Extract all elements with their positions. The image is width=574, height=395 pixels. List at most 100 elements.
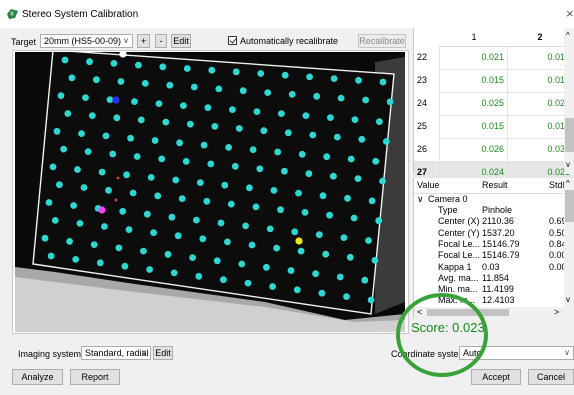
- scroll-up-icon[interactable]: ^: [566, 31, 570, 40]
- calibration-dot: [312, 270, 319, 278]
- property-row[interactable]: Kappa 1 0.03 0.00: [414, 262, 567, 273]
- column-header-2[interactable]: 2: [508, 28, 572, 47]
- close-icon[interactable]: ×: [566, 6, 574, 21]
- imaging-system-select[interactable]: Standard, radial 1 ∨: [81, 346, 151, 360]
- cell-camera-1[interactable]: 0.015: [440, 69, 508, 92]
- row-index[interactable]: 26: [414, 138, 440, 161]
- scrollbar-thumb[interactable]: [565, 190, 574, 222]
- calibration-dot: [154, 192, 162, 200]
- table-row[interactable]: 23 0.015 0.013: [414, 69, 574, 93]
- scroll-right-icon[interactable]: >: [554, 307, 559, 317]
- calibration-dot: [88, 112, 96, 119]
- property-row[interactable]: Center (X) 2110.36 0.69: [414, 216, 567, 227]
- cell-camera-2[interactable]: 0.017: [508, 46, 572, 69]
- row-index[interactable]: 23: [414, 69, 440, 92]
- property-row[interactable]: Focal Le... 15146.79 0.84: [414, 239, 567, 250]
- calibration-dot: [264, 89, 272, 96]
- calibration-dot: [68, 74, 76, 82]
- add-target-button[interactable]: +: [137, 34, 150, 48]
- calibration-dot: [266, 225, 274, 233]
- error-marker-dot: [114, 198, 118, 202]
- scroll-up-icon[interactable]: ^: [566, 179, 570, 188]
- calibration-dot: [386, 98, 394, 106]
- reference-marker-magenta: [98, 206, 106, 214]
- calibration-dot: [127, 134, 134, 142]
- recalibrate-button[interactable]: Recalibrate: [358, 34, 406, 48]
- auto-recalibrate-checkbox[interactable]: [228, 36, 237, 45]
- property-row[interactable]: Focal Le... 15146.79 0.00: [414, 250, 567, 261]
- calibration-dot: [119, 207, 127, 215]
- calibration-dot: [217, 219, 225, 227]
- calibration-dot: [106, 96, 114, 103]
- calibration-dot: [133, 153, 141, 160]
- table-vertical-scrollbar[interactable]: ^ v: [564, 28, 574, 174]
- calibration-dot: [155, 100, 163, 107]
- table-row[interactable]: 25 0.015 0.015: [414, 115, 574, 139]
- edit-target-button[interactable]: Edit: [171, 34, 191, 48]
- cell-camera-2[interactable]: 0.039: [508, 138, 572, 161]
- chevron-down-icon[interactable]: ∨: [417, 194, 424, 205]
- calibration-dot: [80, 184, 88, 191]
- property-result: 15146.79: [482, 250, 520, 261]
- calibration-dot: [270, 187, 278, 194]
- report-button[interactable]: Report: [70, 369, 120, 385]
- analyze-button[interactable]: Analyze: [12, 369, 63, 385]
- calibration-dot: [66, 238, 73, 245]
- value-column-header[interactable]: Value: [417, 178, 439, 193]
- results-table[interactable]: 1 2 22 0.021 0.017 23 0.015 0.013 24 0.025 0.021…: [413, 28, 574, 185]
- calibration-dot: [41, 234, 49, 242]
- cell-camera-2[interactable]: 0.021: [508, 92, 572, 115]
- accept-button[interactable]: Accept: [471, 369, 521, 385]
- calibration-dot: [96, 259, 104, 267]
- cell-camera-1[interactable]: 0.025: [440, 92, 508, 115]
- stddev-column-header[interactable]: StdI: [549, 178, 565, 193]
- table-row[interactable]: 22 0.021 0.017: [414, 46, 574, 70]
- calibration-dot: [232, 68, 240, 76]
- edit-imaging-button[interactable]: Edit: [153, 346, 173, 360]
- tree-group-camera-0[interactable]: ∨ Camera 0: [414, 194, 564, 205]
- column-header-1[interactable]: 1: [440, 28, 508, 47]
- calibration-dot: [281, 71, 289, 79]
- calibration-dot: [260, 127, 268, 135]
- property-result: 11.854: [482, 272, 509, 283]
- remove-target-button[interactable]: -: [155, 34, 167, 48]
- table-row[interactable]: 24 0.025 0.021: [414, 92, 574, 116]
- cancel-button[interactable]: Cancel: [528, 369, 574, 385]
- row-index[interactable]: 22: [414, 46, 440, 69]
- calibration-dot: [204, 104, 212, 111]
- cell-camera-1[interactable]: 0.015: [440, 115, 508, 138]
- calibration-dot: [238, 260, 246, 268]
- calibration-dot: [147, 174, 155, 181]
- calibration-image[interactable]: [15, 52, 405, 332]
- properties-header: Value Result StdI: [414, 178, 574, 194]
- row-index[interactable]: 24: [414, 92, 440, 115]
- calibration-dot: [277, 206, 284, 214]
- property-row[interactable]: Avg. ma... 11.854: [414, 273, 564, 284]
- scrollbar-thumb[interactable]: [565, 118, 574, 152]
- calibration-dot: [302, 112, 310, 119]
- calibration-dot: [90, 241, 98, 249]
- row-index[interactable]: 25: [414, 115, 440, 138]
- auto-recalibrate-label: Automatically recalibrate: [240, 36, 339, 46]
- result-column-header[interactable]: Result: [482, 178, 508, 193]
- cell-camera-2[interactable]: 0.015: [508, 115, 572, 138]
- property-name: Avg. ma...: [438, 272, 479, 283]
- table-row[interactable]: 26 0.026 0.039: [414, 138, 574, 162]
- calibration-dot: [298, 150, 306, 158]
- calibration-dot: [220, 276, 227, 284]
- property-result: 11.4199: [482, 284, 514, 295]
- calibration-dot: [340, 234, 348, 242]
- cell-camera-1[interactable]: 0.021: [440, 46, 508, 69]
- cell-camera-2[interactable]: 0.013: [508, 69, 572, 92]
- calibration-dot: [323, 153, 331, 161]
- property-row[interactable]: Type Pinhole: [414, 205, 564, 216]
- scroll-down-icon[interactable]: v: [566, 160, 570, 169]
- cell-camera-1[interactable]: 0.026: [440, 138, 508, 161]
- property-row[interactable]: Center (Y) 1537.20 0.50: [414, 228, 567, 239]
- calibration-dot: [61, 56, 69, 64]
- target-select[interactable]: 20mm (HS5-00-09) ∨: [40, 34, 133, 48]
- calibration-dot: [318, 289, 326, 297]
- properties-vertical-scrollbar[interactable]: ^ v: [564, 178, 574, 318]
- calibration-dot: [330, 75, 338, 82]
- scroll-down-icon[interactable]: v: [566, 295, 570, 304]
